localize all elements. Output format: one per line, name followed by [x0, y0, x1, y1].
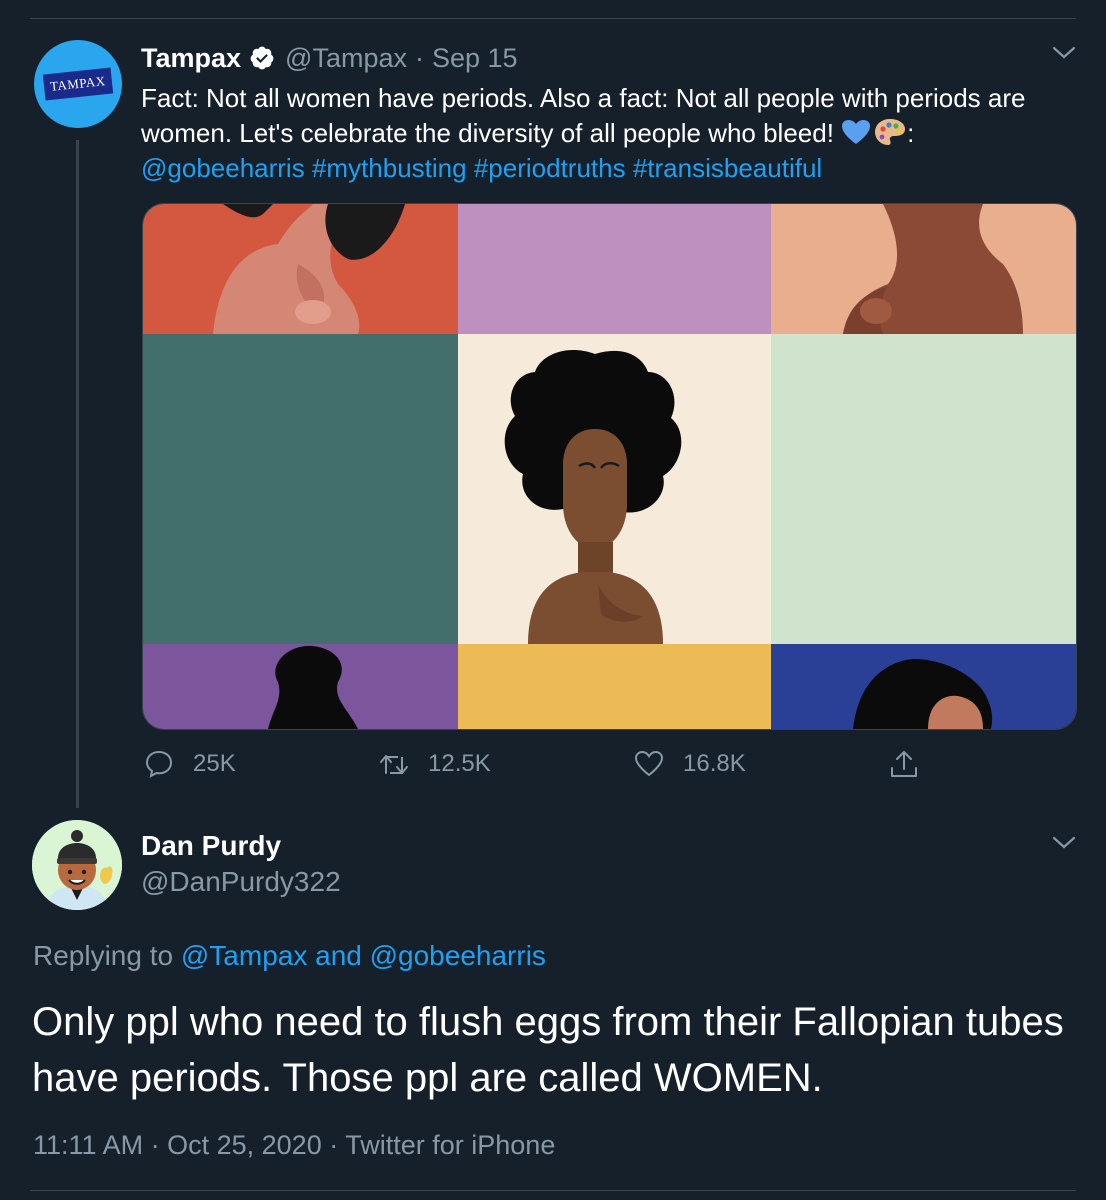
artist-palette-icon: [875, 119, 906, 145]
tweet-image[interactable]: [142, 203, 1077, 730]
verified-badge-icon: [250, 46, 274, 70]
share-button[interactable]: [888, 748, 938, 780]
tampax-logo: TAMPAX: [42, 67, 114, 101]
like-count: 16.8K: [683, 750, 746, 777]
hashtag-transisbeautiful[interactable]: #transisbeautiful: [633, 153, 822, 183]
reply-time[interactable]: 11:11 AM: [33, 1130, 143, 1160]
display-name[interactable]: Tampax: [141, 43, 241, 74]
top-divider: [30, 18, 1076, 19]
meta-separator-1: ·: [150, 1130, 160, 1160]
colon: :: [907, 118, 915, 148]
hashtag-mythbusting[interactable]: #mythbusting: [312, 153, 467, 183]
like-icon: [634, 750, 664, 777]
reply-button[interactable]: 25K: [143, 748, 236, 780]
tweet-actions: 25K 12.5K 16.8K: [0, 748, 1106, 788]
tweet-text: Fact: Not all women have periods. Also a…: [141, 81, 1071, 186]
tweet-date[interactable]: Sep 15: [432, 43, 518, 74]
dan-purdy-avatar[interactable]: [32, 820, 122, 910]
separator: ·: [415, 42, 424, 73]
reply-meta: 11:11 AM · Oct 25, 2020 · Twitter for iP…: [33, 1130, 555, 1161]
reply-handle[interactable]: @DanPurdy322: [141, 866, 341, 898]
handle[interactable]: @Tampax: [285, 43, 407, 74]
thread-line: [76, 140, 79, 808]
reply-date[interactable]: Oct 25, 2020: [167, 1130, 322, 1160]
reply-text: Only ppl who need to flush eggs from the…: [32, 1000, 1064, 1100]
replying-users-link[interactable]: @Tampax and @gobeeharris: [181, 940, 546, 971]
illustration-grid: [143, 204, 1076, 729]
reply-icon: [145, 750, 173, 778]
replying-to: Replying to @Tampax and @gobeeharris: [33, 940, 546, 972]
tampax-avatar[interactable]: TAMPAX: [34, 40, 122, 128]
meta-separator-2: ·: [329, 1130, 339, 1160]
retweet-button[interactable]: 12.5K: [378, 748, 491, 780]
memoji-avatar-image: [32, 820, 122, 910]
like-button[interactable]: 16.8K: [633, 748, 746, 780]
tweet-header: Tampax @Tampax · Sep 15: [141, 38, 518, 78]
hashtag-periodtruths[interactable]: #periodtruths: [474, 153, 626, 183]
reply-source[interactable]: Twitter for iPhone: [345, 1130, 555, 1160]
share-icon: [891, 751, 917, 777]
mention-gobeeharris[interactable]: @gobeeharris: [141, 153, 305, 183]
retweet-icon: [380, 755, 408, 774]
blue-heart-icon: [842, 120, 871, 144]
replying-prefix: Replying to: [33, 940, 181, 971]
reply-display-name[interactable]: Dan Purdy: [141, 830, 281, 862]
bottom-divider: [30, 1190, 1076, 1191]
reply-count: 25K: [193, 750, 236, 777]
retweet-count: 12.5K: [428, 750, 491, 777]
reply-chevron-down-icon[interactable]: [1052, 836, 1076, 850]
chevron-down-icon[interactable]: [1052, 46, 1076, 60]
